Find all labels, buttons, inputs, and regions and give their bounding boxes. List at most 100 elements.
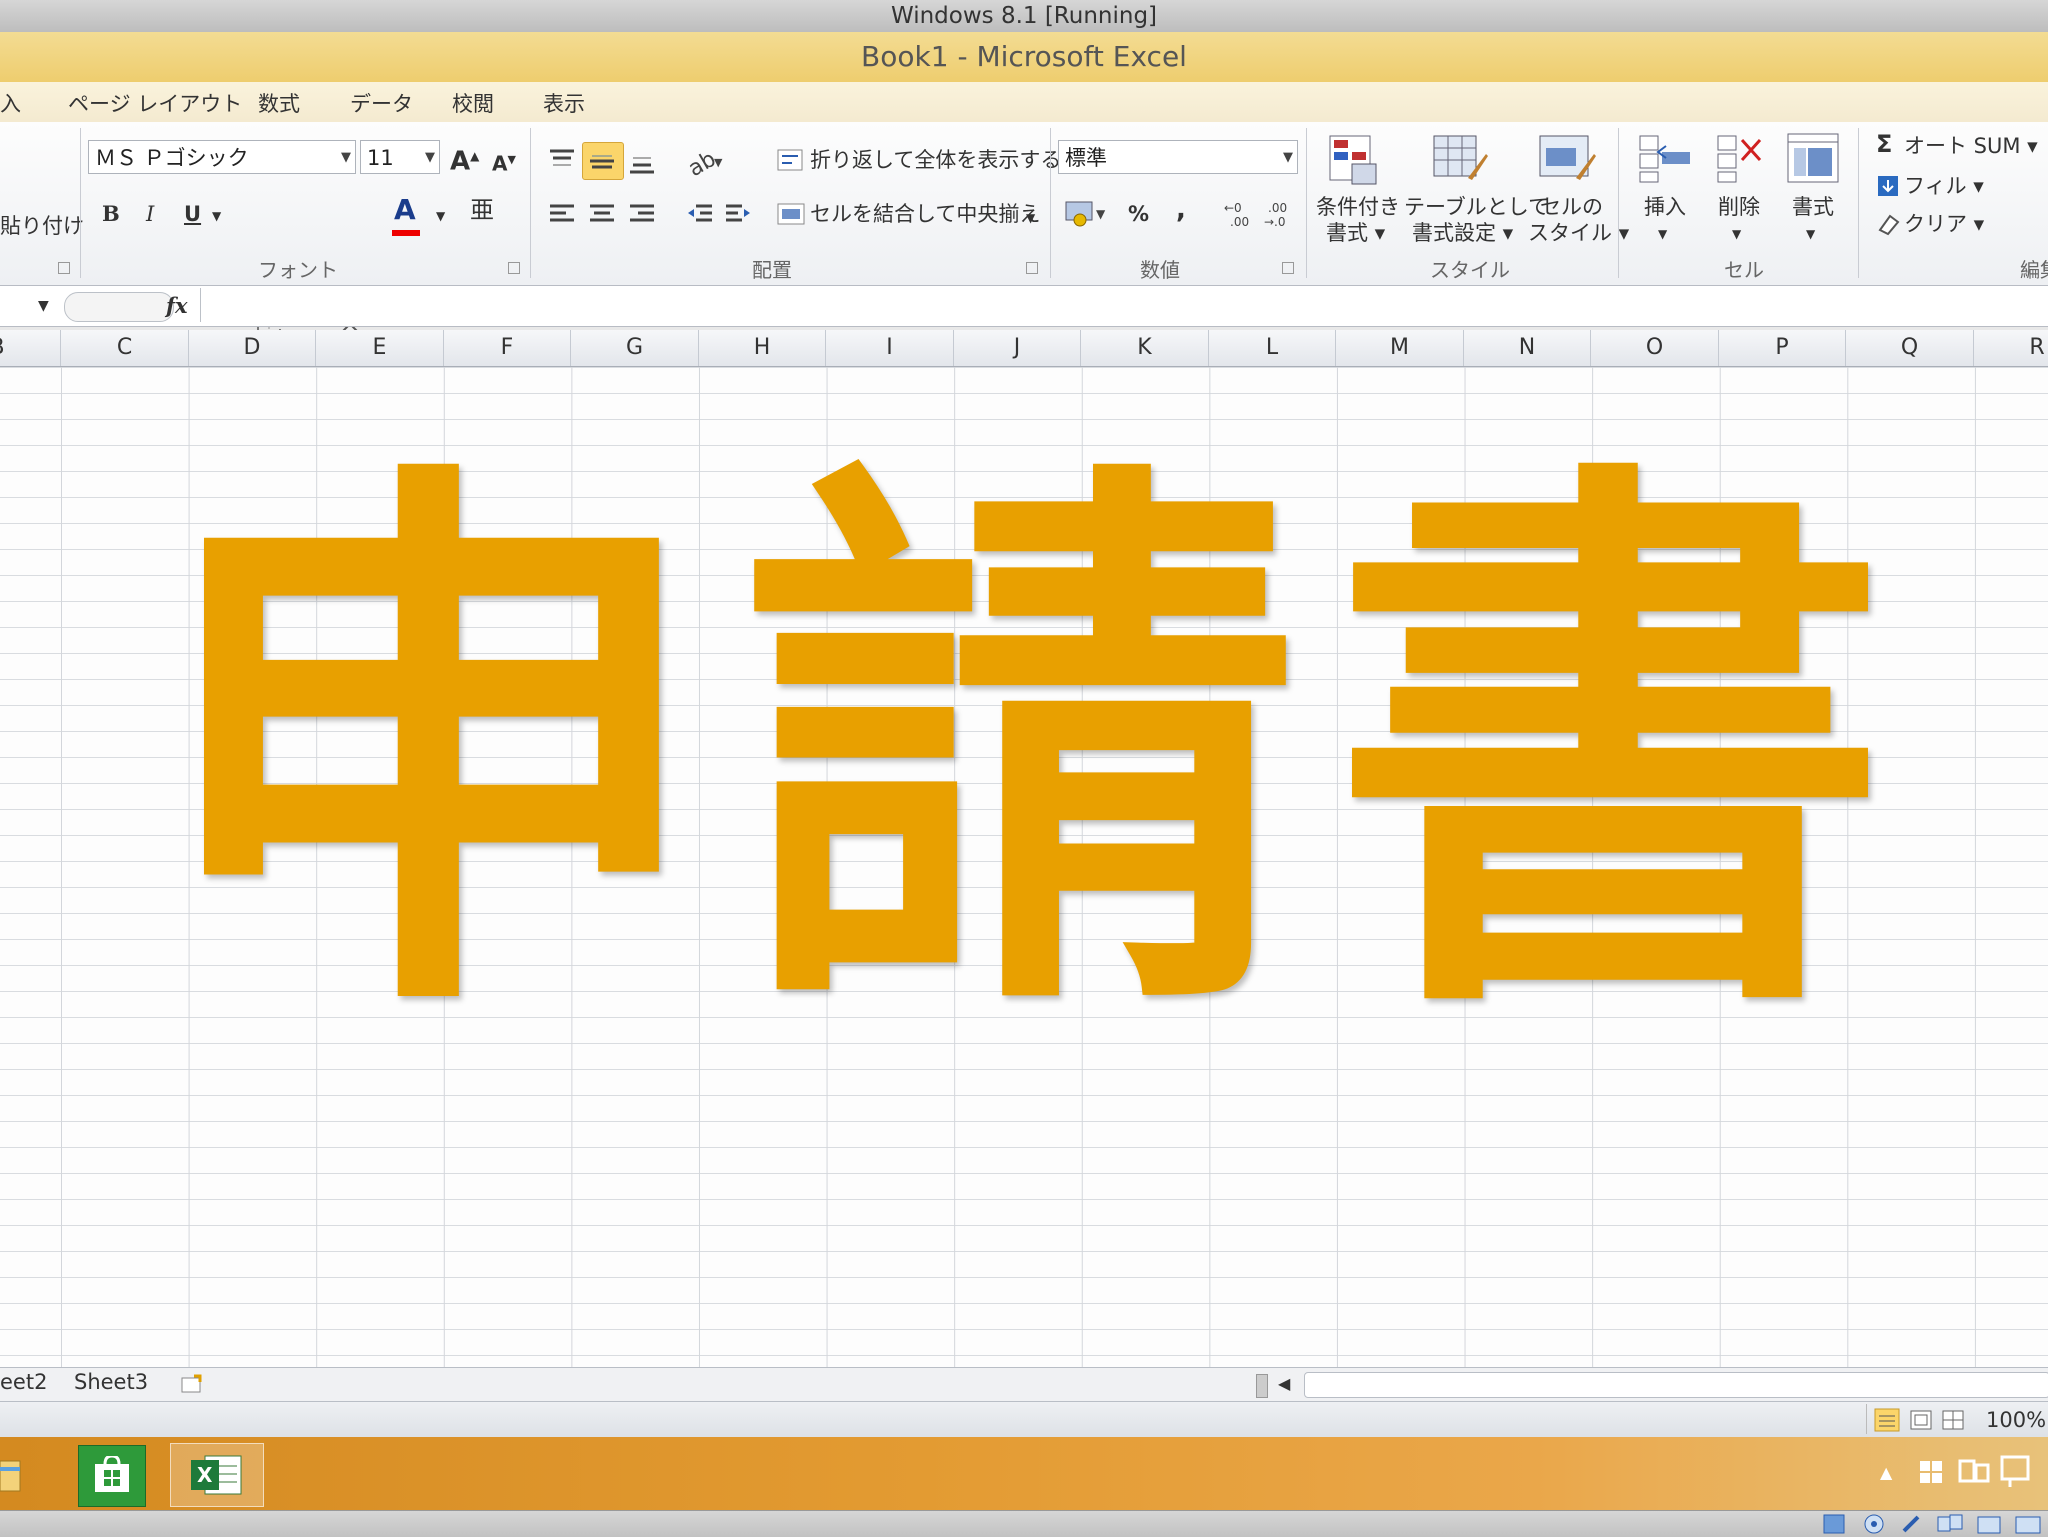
format-cells-label[interactable]: 書式 (1792, 194, 1834, 220)
show-hidden-icons-icon[interactable]: ▲ (1880, 1461, 1892, 1485)
accounting-format-icon[interactable]: ▼ (1064, 198, 1108, 228)
delete-cells-label[interactable]: 削除 (1718, 194, 1760, 220)
tab-review[interactable]: 校閲 (452, 88, 494, 118)
format-table-label-2[interactable]: 書式設定 ▾ (1412, 220, 1513, 246)
tab-data[interactable]: データ (350, 88, 413, 118)
increase-indent-icon[interactable] (724, 202, 752, 226)
column-header-o[interactable]: O (1591, 330, 1719, 366)
column-header-m[interactable]: M (1336, 330, 1464, 366)
paste-button[interactable]: 貼り付け (0, 214, 84, 238)
chevron-down-icon[interactable]: ▼ (1026, 206, 1035, 230)
column-header-g[interactable]: G (571, 330, 699, 366)
tab-split-handle[interactable] (1256, 1374, 1268, 1398)
chevron-down-icon[interactable]: ▼ (1658, 222, 1667, 246)
merge-center-icon[interactable] (776, 200, 806, 228)
italic-button[interactable]: I (146, 202, 154, 226)
number-format-combo[interactable]: 標準 ▼ (1058, 140, 1298, 174)
tab-formulas[interactable]: 数式 (258, 88, 300, 118)
formula-bar-resize-handle[interactable] (64, 292, 174, 322)
font-size-combo[interactable]: 11 ▼ (360, 140, 440, 174)
formula-input[interactable] (200, 288, 2048, 322)
conditional-format-label-2[interactable]: 書式 ▾ (1326, 220, 1385, 246)
column-header-b[interactable]: B (0, 330, 61, 366)
bold-button[interactable]: B (102, 202, 120, 226)
page-layout-view-icon[interactable] (1908, 1408, 1934, 1432)
fill-down-icon[interactable] (1876, 174, 1900, 198)
column-header-r[interactable]: R (1974, 330, 2048, 366)
column-header-e[interactable]: E (316, 330, 444, 366)
increase-decimal-icon[interactable]: ←0.00 (1222, 198, 1256, 228)
normal-view-icon[interactable] (1874, 1408, 1900, 1432)
format-cells-icon[interactable] (1786, 132, 1842, 186)
autosum-button[interactable]: オート SUM ▾ (1904, 134, 2038, 158)
page-break-view-icon[interactable] (1940, 1408, 1966, 1432)
cell-styles-icon[interactable] (1538, 134, 1596, 188)
font-color-button[interactable]: A (394, 196, 416, 224)
horizontal-scrollbar-thumb[interactable] (1304, 1372, 2048, 1398)
network-icon[interactable] (1958, 1457, 1990, 1487)
wordart-title[interactable]: 申請書 (150, 440, 1930, 1060)
zoom-level[interactable]: 100% (1986, 1408, 2046, 1432)
align-right-icon[interactable] (628, 202, 656, 226)
column-header-p[interactable]: P (1719, 330, 1846, 366)
clear-button[interactable]: クリア ▾ (1904, 212, 1984, 236)
shrink-font-button[interactable]: A▼ (492, 148, 516, 176)
name-box-dropdown[interactable]: ▼ (38, 294, 49, 318)
decrease-indent-icon[interactable] (686, 202, 714, 226)
wrap-text-button[interactable]: 折り返して全体を表示する (810, 148, 1061, 172)
sheet-tab-sheet3[interactable]: Sheet3 (74, 1370, 148, 1394)
tab-insert[interactable]: 入 (0, 88, 21, 118)
fill-button[interactable]: フィル ▾ (1904, 174, 1984, 198)
underline-button[interactable]: U (184, 202, 201, 226)
align-left-icon[interactable] (548, 202, 576, 226)
align-top-icon[interactable] (548, 148, 576, 170)
sheet-tab-sheet2[interactable]: eet2 (0, 1370, 47, 1394)
chevron-down-icon[interactable]: ▼ (212, 204, 221, 228)
action-center-flag-icon[interactable] (1916, 1457, 1946, 1487)
merge-center-button[interactable]: セルを結合して中央揃え (810, 202, 1040, 226)
cell-styles-label-2[interactable]: スタイル ▾ (1528, 220, 1629, 246)
scroll-left-icon[interactable]: ◀ (1278, 1372, 1290, 1396)
excel-taskbar-button[interactable]: X (170, 1443, 264, 1507)
sigma-icon[interactable]: Σ (1876, 132, 1892, 156)
wrap-text-icon[interactable] (776, 146, 806, 174)
comma-button[interactable]: , (1176, 197, 1186, 223)
column-header-l[interactable]: L (1209, 330, 1336, 366)
file-explorer-icon[interactable] (0, 1453, 22, 1497)
column-header-i[interactable]: I (826, 330, 954, 366)
tab-page-layout[interactable]: ページ レイアウト (68, 88, 242, 118)
number-launcher-icon[interactable] (1282, 262, 1294, 274)
decrease-decimal-icon[interactable]: .00→.0 (1262, 198, 1296, 228)
column-header-q[interactable]: Q (1846, 330, 1974, 366)
insert-cells-icon[interactable] (1638, 134, 1694, 184)
format-as-table-icon[interactable] (1432, 134, 1490, 188)
conditional-formatting-icon[interactable] (1328, 134, 1382, 188)
chevron-down-icon[interactable]: ▼ (1806, 222, 1815, 246)
font-name-combo[interactable]: ＭＳ Ｐゴシック ▼ (88, 140, 356, 174)
alignment-launcher-icon[interactable] (1026, 262, 1038, 274)
cell-styles-label-1[interactable]: セルの (1540, 194, 1603, 220)
format-table-label-1[interactable]: テーブルとして (1404, 194, 1549, 220)
column-header-c[interactable]: C (61, 330, 189, 366)
column-header-n[interactable]: N (1464, 330, 1591, 366)
column-header-j[interactable]: J (954, 330, 1081, 366)
conditional-format-label-1[interactable]: 条件付き (1316, 194, 1400, 220)
chevron-down-icon[interactable]: ▼ (436, 204, 445, 228)
grow-font-button[interactable]: A▲ (450, 144, 479, 175)
align-bottom-icon[interactable] (628, 152, 656, 174)
column-header-k[interactable]: K (1081, 330, 1209, 366)
orientation-icon[interactable]: ab▼ (686, 148, 726, 178)
language-bar-icon[interactable] (2000, 1455, 2032, 1489)
clipboard-launcher-icon[interactable] (58, 262, 70, 274)
align-center-icon[interactable] (588, 202, 616, 226)
store-button[interactable] (78, 1445, 146, 1507)
column-header-d[interactable]: D (189, 330, 316, 366)
chevron-down-icon[interactable]: ▼ (1732, 222, 1741, 246)
eraser-icon[interactable] (1876, 212, 1900, 236)
tab-view[interactable]: 表示 (543, 88, 585, 118)
insert-function-button[interactable]: fx (166, 294, 188, 318)
delete-cells-icon[interactable] (1716, 134, 1766, 184)
column-header-f[interactable]: F (444, 330, 571, 366)
column-header-h[interactable]: H (699, 330, 826, 366)
font-launcher-icon[interactable] (508, 262, 520, 274)
